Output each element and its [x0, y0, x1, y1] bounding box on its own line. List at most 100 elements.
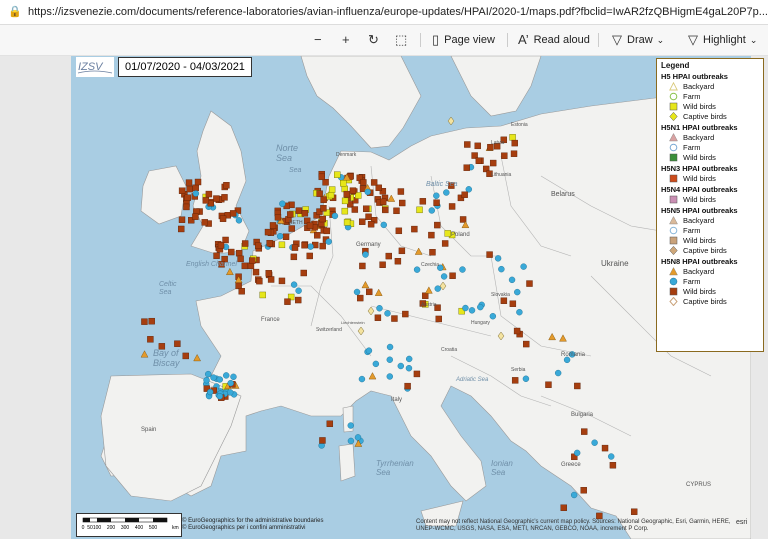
zoom-in-button[interactable]: + — [342, 30, 355, 50]
wild-birds-marker — [379, 198, 387, 206]
wild-birds-marker — [359, 262, 366, 270]
place-label-slovakia: Slovakia — [491, 292, 510, 298]
farm-marker — [465, 186, 472, 193]
page-view-label: Page view — [444, 34, 495, 46]
draw-button[interactable]: ▽ Draw ⌄ — [612, 30, 664, 50]
map-page[interactable]: Norte Sea Baltic Sea Celtic Sea English Chann… — [71, 56, 751, 539]
place-label-germany: Germany — [356, 242, 381, 248]
place-label-north-sea2: Sea — [289, 167, 302, 174]
wild-birds-marker — [526, 280, 533, 287]
chevron-down-icon: ⌄ — [656, 34, 665, 45]
farm-marker — [365, 347, 373, 354]
h5-wild-birds-marker — [444, 230, 451, 237]
legend-symbol-icon — [669, 296, 678, 306]
wild-birds-marker — [609, 462, 617, 469]
h5-wild-birds-marker — [259, 291, 266, 299]
wild-birds-marker — [326, 420, 334, 427]
wild-birds-marker — [393, 207, 400, 215]
wild-birds-marker — [422, 292, 429, 299]
farm-marker — [210, 374, 217, 381]
legend-symbol-icon — [669, 277, 678, 286]
farm-marker — [413, 266, 421, 273]
wild-birds-marker — [349, 187, 357, 194]
farm-marker — [372, 360, 380, 368]
wild-birds-marker — [411, 225, 418, 233]
wild-birds-marker — [306, 222, 314, 229]
wild-birds-marker — [235, 249, 243, 257]
rotate-button[interactable]: ↻ — [368, 30, 384, 50]
farm-marker — [331, 212, 339, 220]
address-bar[interactable]: 🔒 https://izsvenezie.com/documents/refer… — [0, 0, 768, 25]
wild-birds-marker — [295, 296, 302, 304]
page-view-button[interactable]: ▯ Page view — [432, 30, 495, 50]
wild-birds-marker — [464, 141, 471, 148]
wild-birds-marker — [581, 428, 588, 435]
wild-birds-marker — [290, 253, 298, 261]
legend-symbol-icon — [669, 111, 678, 121]
farm-marker — [522, 375, 530, 382]
scale-bar: 0 50 100 200 300 400 500 km — [76, 513, 182, 537]
legend-item: Backyard — [661, 81, 759, 91]
farm-marker — [347, 422, 354, 429]
wild-birds-marker — [256, 277, 263, 285]
legend-item-label: Captive birds — [683, 296, 727, 306]
legend-item-label: Backyard — [683, 81, 715, 91]
scale-tick-label: 400 — [135, 525, 144, 531]
wild-birds-marker — [448, 203, 456, 210]
wild-birds-marker — [434, 221, 441, 229]
wild-birds-marker — [252, 268, 260, 276]
wild-birds-marker — [385, 252, 393, 260]
read-aloud-button[interactable]: A’ Read aloud — [518, 30, 590, 50]
wild-birds-marker — [474, 142, 481, 150]
farm-marker — [462, 304, 469, 312]
farm-marker — [295, 287, 302, 294]
wild-birds-marker — [322, 179, 329, 186]
wild-birds-marker — [288, 225, 295, 232]
highlight-button[interactable]: ▽ Highlight ⌄ — [688, 30, 757, 50]
wild-birds-marker — [228, 248, 235, 256]
zoom-out-button[interactable]: − — [314, 30, 327, 50]
legend-symbol-icon — [669, 266, 678, 276]
farm-marker — [386, 373, 393, 380]
farm-marker — [206, 388, 214, 396]
wild-birds-marker — [463, 164, 470, 171]
place-label-france: France — [261, 317, 280, 323]
landmass-ireland — [140, 165, 187, 225]
legend-item-label: Backyard — [683, 266, 715, 276]
fit-page-button[interactable]: ⬚ — [395, 30, 412, 50]
legend-item: Backyard — [661, 215, 759, 225]
wild-birds-marker — [580, 487, 587, 494]
wild-birds-marker — [291, 244, 299, 251]
wild-birds-marker — [194, 178, 202, 186]
date-range-box: 01/07/2020 - 04/03/2021 — [118, 57, 252, 77]
wild-birds-marker — [318, 173, 326, 181]
wild-birds-marker — [379, 261, 386, 268]
page-view-icon: ▯ — [432, 32, 440, 47]
farm-marker — [516, 308, 523, 316]
read-aloud-icon: A’ — [518, 32, 529, 47]
wild-birds-marker — [399, 199, 406, 207]
wild-birds-marker — [254, 242, 262, 249]
farm-marker — [494, 255, 502, 262]
europe-map: NorteSeaBaltic SeaCelticSeaEnglish Chann… — [71, 56, 751, 539]
legend-item: Captive birds — [661, 111, 759, 121]
wild-birds-marker — [202, 197, 210, 204]
wild-birds-marker — [219, 215, 227, 222]
wild-birds-marker — [314, 232, 321, 239]
wild-birds-marker — [278, 277, 286, 285]
place-label-cyprus: CYPRUS — [686, 482, 711, 488]
h5-wild-birds-marker — [328, 186, 336, 193]
place-label-bulgaria: Bulgaria — [571, 412, 594, 418]
farm-marker — [235, 217, 243, 224]
legend-item: Wild birds — [661, 235, 759, 245]
wild-birds-marker — [630, 508, 638, 515]
wild-birds-marker — [182, 352, 189, 360]
wild-birds-marker — [174, 340, 181, 347]
place-label-hungary: Hungary — [471, 320, 490, 326]
pdf-toolbar: − + ↻ ⬚ ▯ Page view A’ Read aloud ▽ Draw ⌄ ▽… — [0, 25, 768, 56]
url-text[interactable]: https://izsvenezie.com/documents/referen… — [28, 6, 768, 18]
wild-birds-marker — [413, 370, 421, 378]
place-label-celtic-sea: Celtic — [159, 281, 177, 288]
farm-marker — [354, 434, 362, 441]
place-label-lithuania: Lithuania — [491, 172, 512, 178]
